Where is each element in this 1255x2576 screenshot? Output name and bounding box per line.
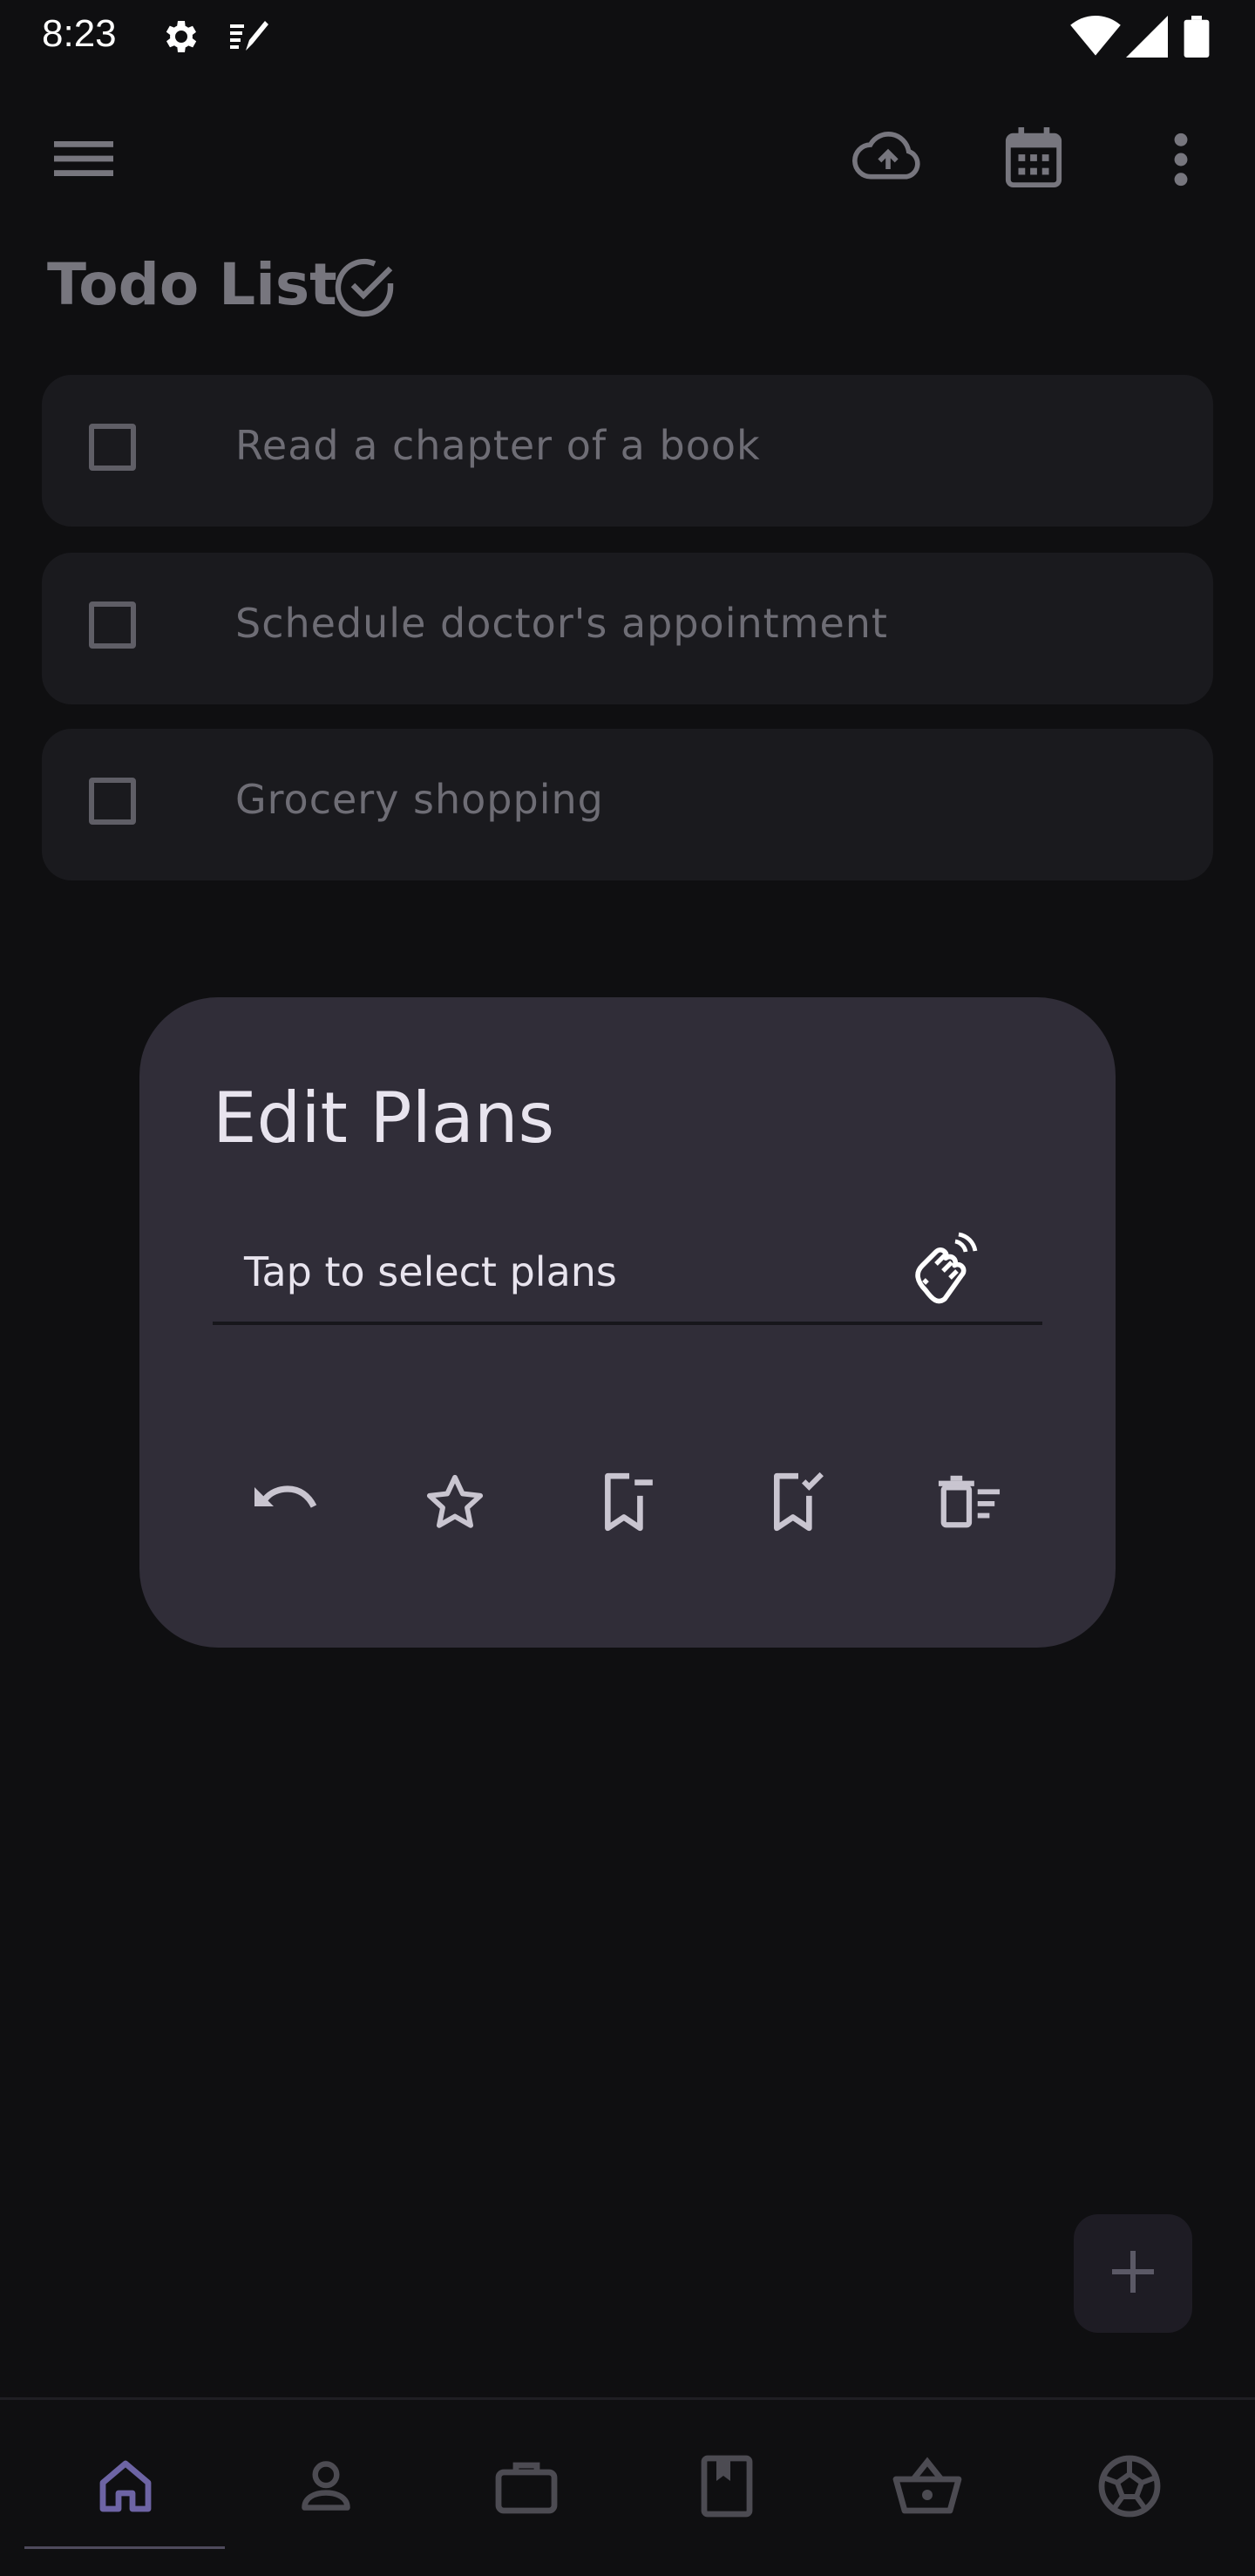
undo-button[interactable]: [232, 1451, 336, 1555]
hand-tap-icon[interactable]: [906, 1231, 980, 1308]
star-icon: [424, 1472, 485, 1534]
dialog-title: Edit Plans: [213, 1077, 555, 1159]
select-plans-placeholder: Tap to select plans: [244, 1248, 617, 1295]
undo-icon: [251, 1480, 317, 1526]
favorite-button[interactable]: [403, 1451, 507, 1555]
select-plans-field[interactable]: Tap to select plans: [213, 1231, 1042, 1325]
delete-sweep-icon: [937, 1472, 1001, 1533]
delete-plans-button[interactable]: [917, 1451, 1021, 1555]
bookmark-check-icon: [770, 1471, 827, 1535]
mark-plans-button[interactable]: [746, 1451, 851, 1555]
bookmark-remove-icon: [600, 1471, 655, 1535]
edit-plans-dialog: Edit Plans Tap to select plans: [139, 997, 1116, 1648]
unmark-plans-button[interactable]: [575, 1451, 680, 1555]
